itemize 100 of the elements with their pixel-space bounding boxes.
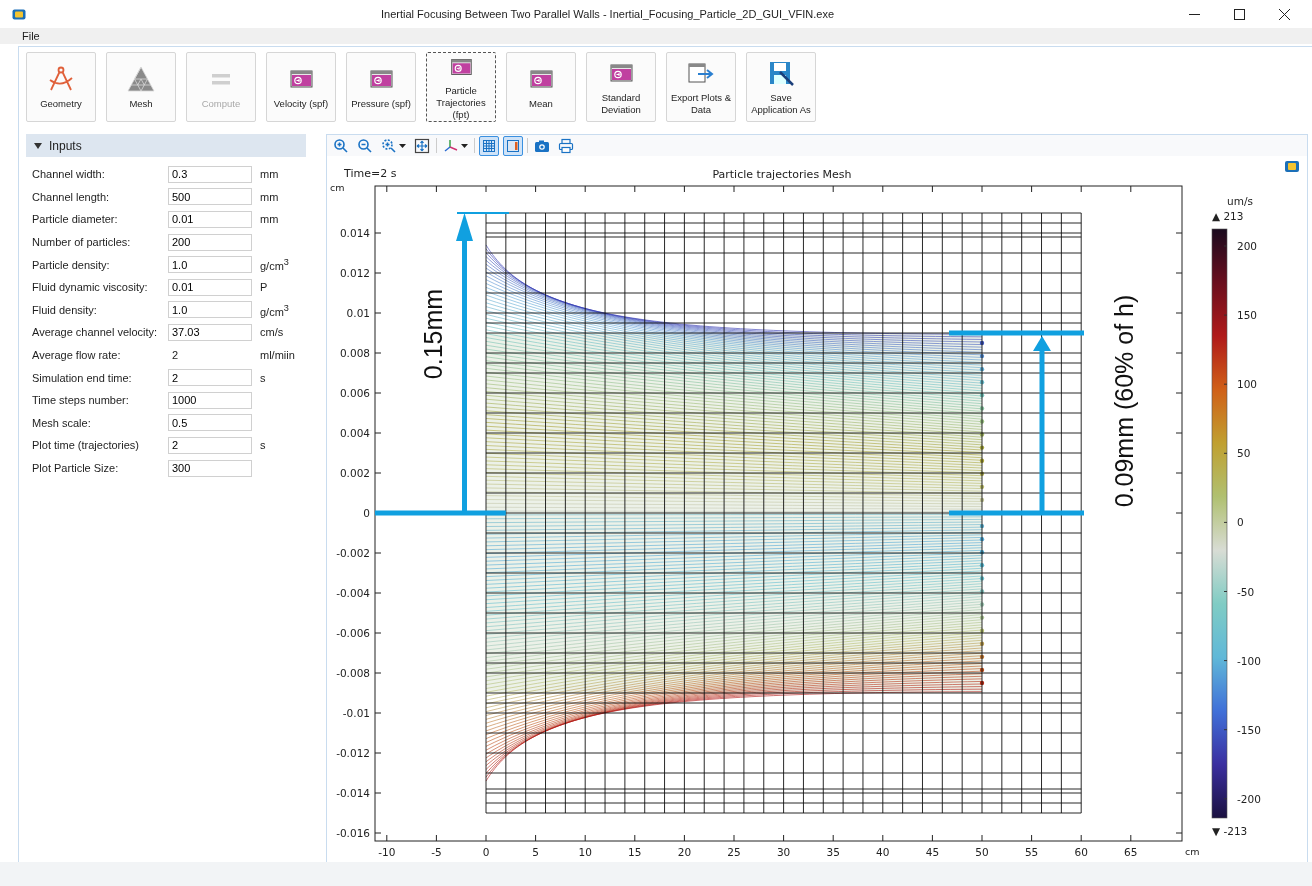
input-field[interactable]: 1000 <box>168 391 252 409</box>
tick-label: -0.004 <box>336 587 370 599</box>
mesh-icon <box>126 64 156 94</box>
tick-label: 10 <box>578 846 592 858</box>
ribbon-button[interactable]: Standard Deviation <box>586 52 656 122</box>
unit-label: cm/s <box>260 326 284 339</box>
app-icon <box>1285 161 1299 172</box>
input-field[interactable]: 0.01 <box>168 211 252 228</box>
input-field[interactable]: 37.03 <box>168 323 252 341</box>
grid-icon[interactable] <box>479 135 499 156</box>
legend-icon[interactable] <box>503 135 523 156</box>
axis-unit: cm <box>1185 846 1200 857</box>
colorbar-tick-label: 0 <box>1237 516 1244 529</box>
menu-item[interactable]: File <box>22 30 40 42</box>
unit-label: P <box>260 281 268 294</box>
unit-label: g/cm$^{3}$ <box>260 302 289 318</box>
tick-label: 25 <box>727 846 741 858</box>
tick-label: 0.008 <box>339 347 370 359</box>
tick-label: 0 <box>363 507 370 519</box>
ribbon-button[interactable]: Geometry <box>26 52 96 122</box>
ribbon-button[interactable]: Mesh <box>106 52 176 122</box>
colorbar-tick-label: -200 <box>1237 792 1261 805</box>
unit-label: mm <box>260 168 279 181</box>
ribbon-button[interactable]: Particle Trajectories (fpt) <box>426 52 496 122</box>
input-field[interactable]: 1.0 <box>168 256 252 274</box>
input-field[interactable]: 300 <box>168 459 252 477</box>
time-label: Time=2 s <box>344 167 397 180</box>
tick-label: -0.002 <box>336 547 370 559</box>
field-label: Average channel velocity: <box>32 326 159 339</box>
field-label: Simulation end time: <box>32 371 133 384</box>
tick-label: -5 <box>431 846 442 858</box>
tick-label: 65 <box>1124 846 1138 858</box>
input-field[interactable]: 200 <box>168 233 252 251</box>
tick-label: 45 <box>925 846 940 858</box>
tick-label: -0.006 <box>336 627 370 639</box>
tick-label: 0.004 <box>339 427 370 439</box>
tick-label: 0.002 <box>339 467 370 479</box>
window-title: Inertial Focusing Between Two Parallel Walls - Inertial_Focusing_Particle_2D_GUI_VFIN.exe <box>379 8 835 20</box>
field-label: Channel width: <box>32 168 106 181</box>
tick-label: 0.012 <box>339 267 370 279</box>
dimension-label: 0.15mm <box>419 288 447 380</box>
tick-label: 0.01 <box>346 307 370 319</box>
tick-label: -10 <box>378 846 396 858</box>
ribbon-button[interactable]: Save Application As <box>746 52 816 122</box>
unit-label: ml/miin <box>260 349 295 362</box>
inputs-section-header[interactable]: Inputs <box>26 134 306 157</box>
tick-label: 0 <box>482 846 490 858</box>
input-field[interactable]: 2 <box>168 436 252 454</box>
colorbar-tick-label: -100 <box>1237 654 1261 667</box>
colorbar-tick-label: 200 <box>1237 240 1258 252</box>
maximize-icon[interactable] <box>1234 8 1245 20</box>
tick-label: 20 <box>677 846 692 858</box>
ribbon-button[interactable]: Pressure (spf) <box>346 52 416 122</box>
unit-label: g/cm$^{3}$ <box>260 257 289 272</box>
field-label: Number of particles: <box>32 236 132 249</box>
field-label: Mesh scale: <box>32 416 92 429</box>
unit-label: mm <box>260 213 279 226</box>
tick-label: -0.008 <box>336 667 370 679</box>
input-field[interactable]: 500 <box>168 188 252 206</box>
colorbar-max-label: ▲ 213 <box>1212 210 1244 222</box>
field-label: Particle diameter: <box>32 213 119 226</box>
field-label: Channel length: <box>32 190 111 203</box>
tick-label: 30 <box>776 846 791 858</box>
tick-label: 5 <box>532 846 539 858</box>
input-field[interactable]: 0.5 <box>168 414 252 432</box>
tick-label: 40 <box>876 846 890 858</box>
unit-label: mm <box>260 190 279 203</box>
colorbar-min-label: ▼ -213 <box>1212 825 1248 837</box>
unit-label: s <box>260 371 266 384</box>
tick-label: 15 <box>628 846 642 858</box>
field-value: 2 <box>171 349 180 362</box>
colorbar-tick-label: 50 <box>1237 447 1251 460</box>
input-field[interactable]: 1.0 <box>168 301 252 319</box>
tick-label: -0.01 <box>342 707 370 719</box>
input-field[interactable]: 2 <box>168 369 252 387</box>
tick-label: -0.014 <box>336 787 370 799</box>
colorbar-tick-label: 100 <box>1237 378 1258 391</box>
tick-label: -0.016 <box>336 827 370 839</box>
field-label: Plot Particle Size: <box>32 462 120 474</box>
ribbon-button[interactable]: Mean <box>506 52 576 122</box>
field-label: Time steps number: <box>32 394 130 407</box>
tick-label: 60 <box>1074 846 1088 858</box>
ribbon-button[interactable]: Velocity (spf) <box>266 52 336 122</box>
input-field[interactable]: 0.01 <box>168 278 252 296</box>
axis-unit: cm <box>330 182 345 193</box>
field-label: Average flow rate: <box>32 349 122 362</box>
tick-label: 0.014 <box>339 227 370 239</box>
tick-label: 0.006 <box>339 387 370 399</box>
close-icon[interactable] <box>1279 8 1290 20</box>
colorbar-tick-label: -50 <box>1237 585 1255 598</box>
input-field[interactable]: 0.3 <box>168 165 252 183</box>
colorbar-unit: um/s <box>1227 195 1253 207</box>
tick-label: 55 <box>1024 846 1039 858</box>
plot-title: Particle trajectories Mesh <box>712 168 852 181</box>
colorbar-tick-label: -150 <box>1237 723 1261 736</box>
caret-icon <box>34 142 42 149</box>
tick-label: 35 <box>826 846 840 858</box>
ribbon-button[interactable]: Export Plots & Data <box>666 52 736 122</box>
unit-label: s <box>260 439 266 452</box>
field-label: Fluid density: <box>32 303 98 316</box>
